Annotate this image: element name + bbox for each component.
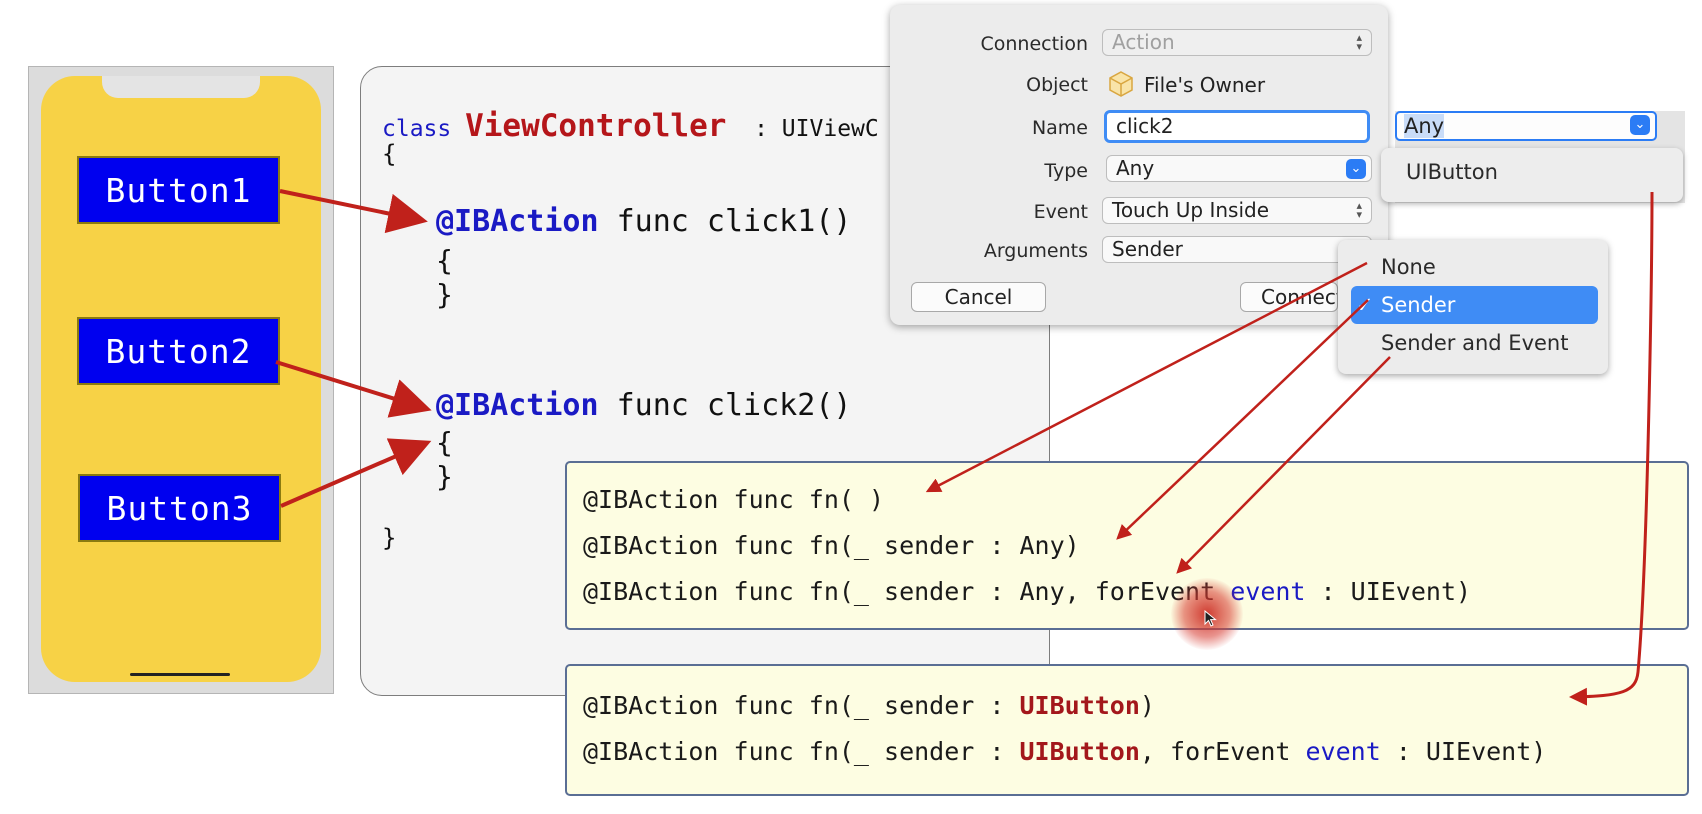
annotation-arrows bbox=[275, 189, 1654, 706]
arrow-none-signature bbox=[925, 261, 1368, 493]
arrow-button2-click2 bbox=[275, 360, 432, 418]
arrow-uibutton-signatures bbox=[1569, 191, 1654, 706]
arrow-sender-event-signature bbox=[1176, 356, 1391, 574]
arrow-button1-click1 bbox=[279, 189, 428, 234]
arrow-button3-click2 bbox=[280, 438, 432, 508]
